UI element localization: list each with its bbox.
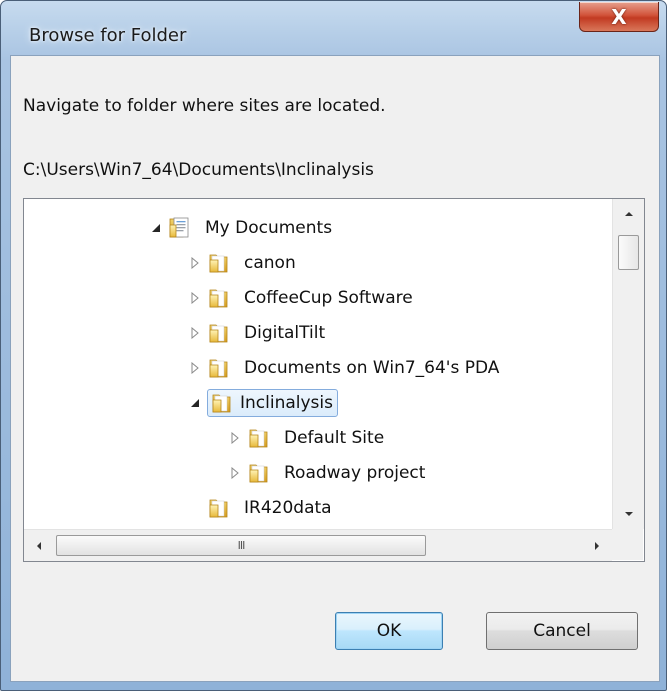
scroll-down-button[interactable] bbox=[613, 499, 644, 529]
arrow-up-icon bbox=[624, 212, 633, 216]
close-button[interactable]: X bbox=[579, 2, 659, 32]
tree-item-coffeecup-software[interactable]: CoffeeCup Software bbox=[187, 283, 418, 313]
tree-item-label: Documents on Win7_64's PDA bbox=[244, 358, 500, 378]
collapsed-arrow-icon[interactable] bbox=[187, 255, 203, 271]
scroll-left-button[interactable] bbox=[24, 530, 54, 561]
cancel-button[interactable]: Cancel bbox=[486, 612, 638, 650]
collapsed-arrow-icon[interactable] bbox=[187, 325, 203, 341]
instruction-text: Navigate to folder where sites are locat… bbox=[23, 96, 386, 116]
tree-item-my-documents[interactable]: My Documents bbox=[148, 213, 337, 243]
browse-for-folder-dialog: Browse for Folder X Navigate to folder w… bbox=[0, 0, 667, 691]
folder-tree[interactable]: My Documents canon CoffeeCup Software Di… bbox=[23, 198, 645, 562]
tree-item-label: CoffeeCup Software bbox=[244, 288, 413, 308]
ok-button[interactable]: OK bbox=[335, 612, 443, 650]
scrollbar-corner bbox=[612, 529, 643, 560]
tree-item-label: Inclinalysis bbox=[240, 393, 333, 413]
folder-icon bbox=[207, 496, 231, 520]
collapsed-arrow-icon[interactable] bbox=[227, 465, 243, 481]
folder-icon bbox=[207, 251, 231, 275]
scroll-right-button[interactable] bbox=[582, 530, 612, 561]
scroll-up-button[interactable] bbox=[613, 199, 644, 229]
tree-item-default-site[interactable]: Default Site bbox=[227, 423, 389, 453]
folder-icon bbox=[207, 356, 231, 380]
documents-library-icon bbox=[168, 216, 192, 240]
arrow-down-icon bbox=[624, 512, 633, 516]
arrow-right-icon bbox=[595, 541, 599, 550]
folder-tree-viewport: My Documents canon CoffeeCup Software Di… bbox=[24, 199, 612, 529]
folder-icon bbox=[210, 391, 234, 415]
vertical-scrollbar[interactable] bbox=[612, 199, 644, 529]
tree-item-documents-on-pda[interactable]: Documents on Win7_64's PDA bbox=[187, 353, 504, 383]
tree-item-label: canon bbox=[244, 253, 296, 273]
tree-item-label: Roadway project bbox=[284, 463, 426, 483]
dialog-client-area: Navigate to folder where sites are locat… bbox=[10, 55, 660, 682]
selected-item-highlight: Inclinalysis bbox=[207, 389, 338, 417]
tree-item-canon[interactable]: canon bbox=[187, 248, 301, 278]
vertical-scroll-thumb[interactable] bbox=[618, 235, 639, 270]
tree-item-label: My Documents bbox=[205, 218, 333, 238]
current-path-text: C:\Users\Win7_64\Documents\Inclinalysis bbox=[23, 160, 374, 180]
collapsed-arrow-icon[interactable] bbox=[227, 430, 243, 446]
folder-icon bbox=[207, 321, 231, 345]
tree-item-label: DigitalTilt bbox=[244, 323, 326, 343]
folder-icon bbox=[207, 286, 231, 310]
horizontal-scrollbar[interactable]: III bbox=[24, 529, 612, 561]
collapsed-arrow-icon[interactable] bbox=[187, 290, 203, 306]
tree-item-label: Default Site bbox=[284, 428, 385, 448]
collapsed-arrow-icon[interactable] bbox=[187, 360, 203, 376]
tree-item-digitaltilt[interactable]: DigitalTilt bbox=[187, 318, 330, 348]
expanded-arrow-icon[interactable] bbox=[187, 395, 203, 411]
tree-item-roadway-project[interactable]: Roadway project bbox=[227, 458, 430, 488]
tree-item-ir420data[interactable]: IR420data bbox=[207, 493, 337, 523]
tree-item-label: IR420data bbox=[244, 498, 332, 518]
folder-icon bbox=[247, 461, 271, 485]
dialog-title: Browse for Folder bbox=[29, 25, 187, 46]
close-icon: X bbox=[611, 4, 627, 29]
expanded-arrow-icon[interactable] bbox=[148, 220, 164, 236]
arrow-left-icon bbox=[37, 541, 41, 550]
scroll-grip-icon: III bbox=[237, 539, 246, 552]
folder-icon bbox=[247, 426, 271, 450]
horizontal-scroll-thumb[interactable]: III bbox=[56, 535, 426, 556]
tree-item-inclinalysis[interactable]: Inclinalysis bbox=[187, 388, 338, 418]
